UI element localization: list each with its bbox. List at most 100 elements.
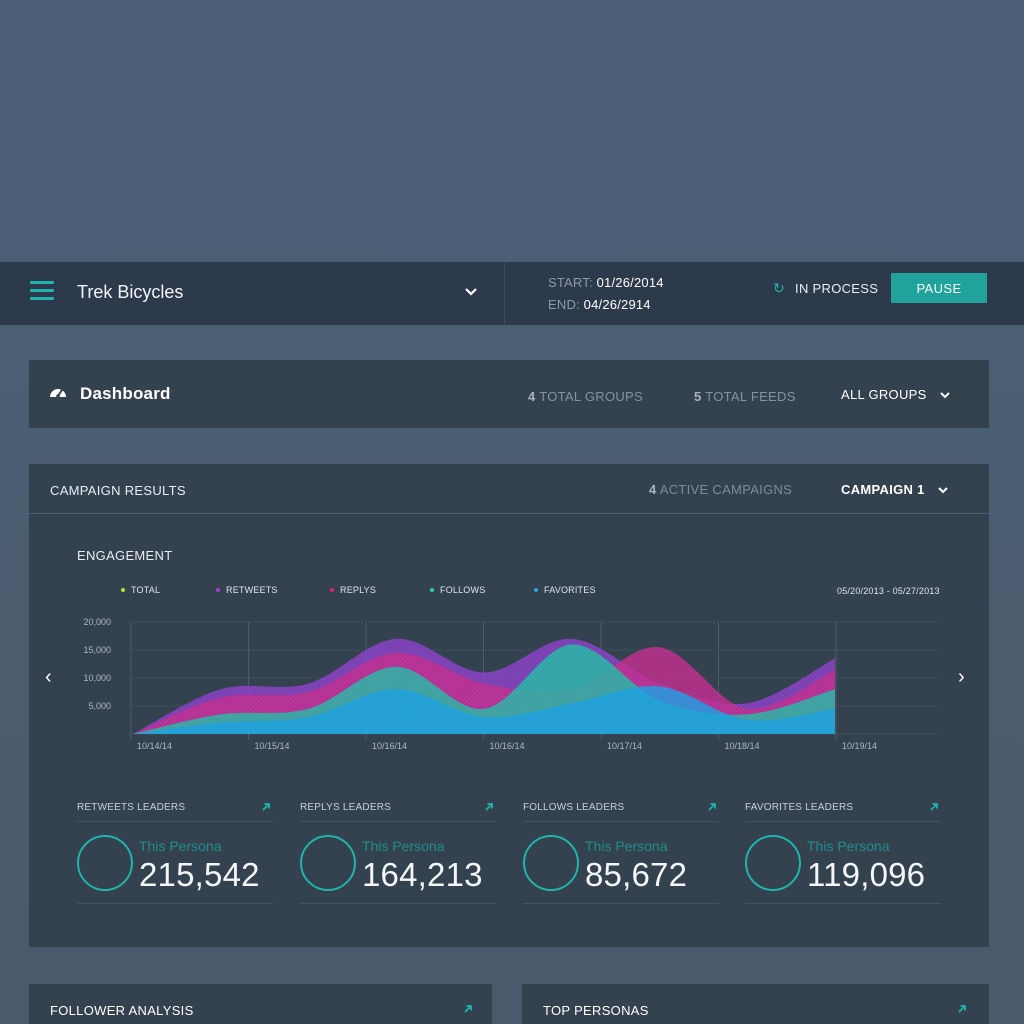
campaign-header: CAMPAIGN RESULTS 4 ACTIVE CAMPAIGNS CAMP… <box>29 464 989 514</box>
y-tick-label: 15,000 <box>83 645 111 655</box>
avatar[interactable] <box>523 835 579 891</box>
start-label: START: <box>548 275 593 290</box>
x-tick-label: 10/16/14 <box>372 741 407 751</box>
date-range[interactable]: 05/20/2013 - 05/27/2013 <box>837 586 940 596</box>
leader-header: FAVORITES LEADERS <box>745 794 941 822</box>
leader-title: FOLLOWS LEADERS <box>523 802 625 813</box>
brand-name: Trek Bicycles <box>77 282 184 302</box>
expand-arrow-icon[interactable] <box>261 802 271 812</box>
avatar[interactable] <box>745 835 801 891</box>
start-date: 01/26/2014 <box>596 275 664 290</box>
leader-value: 119,096 <box>807 856 926 893</box>
dashboard-bar: Dashboard 4 TOTAL GROUPS 5 TOTAL FEEDS A… <box>29 360 989 428</box>
leader-value: 85,672 <box>585 856 688 893</box>
x-tick-label: 10/18/14 <box>725 741 760 751</box>
persona-name[interactable]: This Persona <box>585 838 667 854</box>
chevron-down-icon[interactable] <box>463 284 479 300</box>
top-bar: Trek Bicycles START: 01/26/2014 END: 04/… <box>0 262 1024 325</box>
legend-label: FAVORITES <box>544 585 596 595</box>
persona-name[interactable]: This Persona <box>362 838 444 854</box>
legend-label: RETWEETS <box>226 585 278 595</box>
total-feeds-label: TOTAL FEEDS <box>705 389 796 404</box>
legend-label: REPLYS <box>340 585 377 595</box>
total-feeds-count: 5 <box>694 389 702 404</box>
chevron-down-icon <box>939 391 950 398</box>
leader-title: RETWEETS LEADERS <box>77 802 186 813</box>
end-date: 04/26/2914 <box>583 297 651 312</box>
leader-value: 164,213 <box>362 856 483 893</box>
active-campaigns: 4 ACTIVE CAMPAIGNS <box>649 482 792 497</box>
leader-value: 215,542 <box>139 856 260 893</box>
campaign-selected-label: CAMPAIGN 1 <box>841 482 925 497</box>
leader-title: FAVORITES LEADERS <box>745 802 854 813</box>
leader-card: REPLYS LEADERS This Persona 164,213 <box>300 794 496 904</box>
total-groups-count: 4 <box>528 389 536 404</box>
legend-dot <box>330 588 334 592</box>
legend-label: FOLLOWS <box>440 585 486 595</box>
active-campaigns-label: ACTIVE CAMPAIGNS <box>659 482 793 497</box>
leader-card: FOLLOWS LEADERS This Persona 85,672 <box>523 794 719 904</box>
total-feeds: 5 TOTAL FEEDS <box>694 389 796 404</box>
x-tick-label: 10/14/14 <box>137 741 172 751</box>
group-filter-label: ALL GROUPS <box>841 387 927 402</box>
leader-header: REPLYS LEADERS <box>300 794 496 822</box>
leader-card: RETWEETS LEADERS This Persona 215,542 <box>77 794 273 904</box>
avatar[interactable] <box>77 835 133 891</box>
total-groups: 4 TOTAL GROUPS <box>528 389 643 404</box>
y-tick-label: 20,000 <box>83 617 111 627</box>
legend-item-follows[interactable]: FOLLOWS <box>430 585 534 595</box>
end-label: END: <box>548 297 580 312</box>
engagement-title: ENGAGEMENT <box>77 548 173 563</box>
legend-dot <box>121 588 125 592</box>
top-personas-title: TOP PERSONAS <box>543 1003 649 1018</box>
active-campaigns-count: 4 <box>649 482 657 497</box>
expand-arrow-icon[interactable] <box>707 802 717 812</box>
chart-legend: TOTAL RETWEETS REPLYS FOLLOWS FAVORITES <box>121 585 596 595</box>
legend-item-replys[interactable]: REPLYS <box>330 585 430 595</box>
leader-header: FOLLOWS LEADERS <box>523 794 719 822</box>
x-tick-label: 10/17/14 <box>607 741 642 751</box>
top-personas-panel: TOP PERSONAS <box>522 984 989 1024</box>
expand-arrow-icon[interactable] <box>463 1004 473 1014</box>
legend-dot <box>216 588 220 592</box>
x-tick-label: 10/15/14 <box>255 741 290 751</box>
follower-analysis-panel: FOLLOWER ANALYSIS <box>29 984 492 1024</box>
campaign-status: START: 01/26/2014 END: 04/26/2914 ↻ IN P… <box>505 262 1024 325</box>
campaign-dates: START: 01/26/2014 END: 04/26/2914 <box>548 272 664 316</box>
divider <box>523 903 719 904</box>
x-tick-label: 10/19/14 <box>842 741 877 751</box>
total-groups-label: TOTAL GROUPS <box>539 389 643 404</box>
follower-analysis-title: FOLLOWER ANALYSIS <box>50 1003 194 1018</box>
chevron-down-icon <box>937 486 948 493</box>
campaign-title: CAMPAIGN RESULTS <box>50 483 186 498</box>
leader-title: REPLYS LEADERS <box>300 802 391 813</box>
divider <box>300 903 496 904</box>
status-text: IN PROCESS <box>795 281 879 296</box>
campaign-results-panel: CAMPAIGN RESULTS 4 ACTIVE CAMPAIGNS CAMP… <box>29 464 989 947</box>
leader-card: FAVORITES LEADERS This Persona 119,096 <box>745 794 941 904</box>
legend-item-retweets[interactable]: RETWEETS <box>216 585 330 595</box>
legend-dot <box>534 588 538 592</box>
expand-arrow-icon[interactable] <box>484 802 494 812</box>
legend-item-favorites[interactable]: FAVORITES <box>534 585 596 595</box>
expand-arrow-icon[interactable] <box>957 1004 967 1014</box>
status-indicator: ↻ IN PROCESS <box>773 280 878 297</box>
y-tick-label: 5,000 <box>88 701 111 711</box>
avatar[interactable] <box>300 835 356 891</box>
leader-header: RETWEETS LEADERS <box>77 794 273 822</box>
legend-dot <box>430 588 434 592</box>
persona-name[interactable]: This Persona <box>807 838 889 854</box>
campaign-dropdown[interactable]: CAMPAIGN 1 <box>841 482 949 497</box>
dashboard-gauge-icon <box>50 389 66 398</box>
expand-arrow-icon[interactable] <box>929 802 939 812</box>
hamburger-menu-icon[interactable] <box>30 281 54 301</box>
persona-name[interactable]: This Persona <box>139 838 221 854</box>
engagement-chart: 20,000 15,000 10,000 5,000 10/14/14 10/15/14… <box>83 617 939 751</box>
legend-item-total[interactable]: TOTAL <box>121 585 216 595</box>
brand-selector: Trek Bicycles <box>0 262 505 325</box>
group-filter-dropdown[interactable]: ALL GROUPS <box>841 387 951 402</box>
x-tick-label: 10/16/14 <box>490 741 525 751</box>
sync-icon: ↻ <box>773 280 786 296</box>
divider <box>77 903 273 904</box>
pause-button[interactable]: PAUSE <box>891 273 987 303</box>
